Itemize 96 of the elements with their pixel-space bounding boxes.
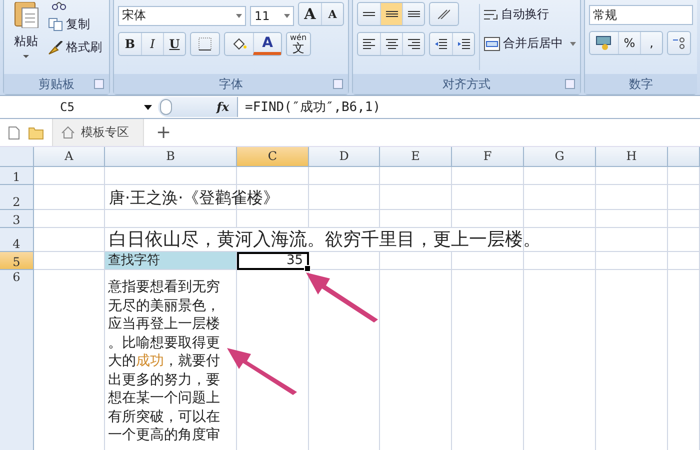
- cell-paragraph: 意指要想看到无穷无尽的美丽景色，应当再登上一层楼。比喻想要取得更大的成功，就要付出更多的努力，要想在某一个问题上有所突破，可以在一个更高的角度审: [108, 278, 220, 444]
- merge-cells-icon: [484, 36, 500, 50]
- table-cell: [380, 185, 452, 210]
- decimal-icon: [673, 37, 685, 49]
- row-header[interactable]: 3: [0, 210, 34, 228]
- money-icon: [596, 36, 612, 50]
- row-header[interactable]: 1: [0, 167, 34, 185]
- phonetic-button[interactable]: wén 文: [287, 33, 310, 55]
- align-bottom-icon: [408, 11, 420, 17]
- table-cell: [596, 252, 668, 270]
- caret-icon: [23, 55, 29, 58]
- table-cell: [380, 167, 452, 185]
- table-cell: [668, 210, 700, 228]
- row-header[interactable]: 6: [0, 270, 34, 450]
- table-cell: [596, 185, 668, 210]
- border-icon: [198, 37, 212, 51]
- merge-center-button[interactable]: 合并后居中: [484, 35, 576, 52]
- table-cell: [34, 167, 105, 185]
- align-middle-icon: [386, 11, 398, 17]
- indent-icon: [435, 39, 447, 49]
- table-cell: [596, 210, 668, 228]
- group-label: 剪贴板: [38, 76, 74, 92]
- align-left-icon: [363, 39, 375, 49]
- paste-button[interactable]: 粘贴: [8, 2, 44, 72]
- cell-text: 白日依山尽，黄河入海流。欲穷千里目，更上一层楼。: [108, 229, 541, 251]
- formula-field[interactable]: =FIND(″成功″,B6,1): [238, 98, 381, 116]
- cell-text: 唐·王之涣·《登鹳雀楼》: [108, 188, 280, 209]
- column-header[interactable]: C: [237, 147, 309, 167]
- table-cell: [309, 185, 380, 210]
- column-header[interactable]: A: [34, 147, 105, 167]
- table-cell: [524, 210, 596, 228]
- table-cell: [452, 167, 524, 185]
- indent-icon: [458, 39, 470, 49]
- table-cell: [309, 167, 380, 185]
- percent-button[interactable]: %: [618, 32, 640, 54]
- scissors-icon[interactable]: [52, 2, 66, 10]
- row-header[interactable]: 2: [0, 185, 34, 210]
- column-header[interactable]: E: [380, 147, 452, 167]
- grow-font-button[interactable]: A: [299, 3, 321, 25]
- table-cell: [596, 228, 668, 252]
- row-header[interactable]: 5: [0, 252, 34, 270]
- table-cell: [237, 167, 309, 185]
- table-cell: [452, 185, 524, 210]
- column-header[interactable]: B: [105, 147, 237, 167]
- table-cell: [668, 185, 700, 210]
- table-cell: [34, 210, 105, 228]
- font-size-dropdown[interactable]: 11: [250, 6, 294, 26]
- italic-button[interactable]: I: [141, 33, 163, 55]
- align-middle-button[interactable]: [380, 3, 402, 25]
- table-cell: [524, 185, 596, 210]
- column-header[interactable]: D: [309, 147, 380, 167]
- align-center-icon: [386, 39, 398, 49]
- bold-button[interactable]: B: [119, 33, 141, 55]
- underline-button[interactable]: U: [163, 33, 185, 55]
- name-box[interactable]: C5: [0, 100, 158, 114]
- wrap-text-icon: [484, 10, 498, 20]
- copy-button[interactable]: 复制: [48, 16, 102, 33]
- brush-icon: [48, 40, 63, 54]
- table-cell: [668, 228, 700, 252]
- table-cell: [309, 210, 380, 228]
- home-icon: [61, 126, 75, 139]
- clipboard-icon: [12, 2, 40, 28]
- comma-style-button[interactable]: ,: [640, 32, 662, 54]
- insert-function-button[interactable]: fx: [216, 100, 229, 114]
- table-cell: [668, 252, 700, 270]
- wrap-text-button[interactable]: 自动换行: [484, 6, 576, 23]
- slanted-text-icon: [438, 9, 450, 19]
- fill-handle[interactable]: [304, 265, 311, 272]
- sheet-tab[interactable]: 模板专区: [52, 119, 144, 146]
- align-right-icon: [408, 39, 420, 49]
- column-header[interactable]: F: [452, 147, 524, 167]
- group-label: 字体: [219, 76, 243, 92]
- table-cell: [596, 167, 668, 185]
- font-family-dropdown[interactable]: 宋体: [118, 6, 246, 26]
- table-cell: [524, 167, 596, 185]
- group-label: 对齐方式: [442, 76, 490, 92]
- pointer-arrow: [226, 347, 297, 395]
- copy-icon: [48, 18, 63, 31]
- group-label: 数字: [629, 76, 653, 92]
- cell-text: 查找字符: [107, 253, 160, 269]
- document-icon[interactable]: [8, 126, 20, 140]
- column-header[interactable]: G: [524, 147, 596, 167]
- slider-handle[interactable]: [160, 99, 172, 115]
- table-cell: [668, 167, 700, 185]
- column-header[interactable]: H: [596, 147, 668, 167]
- number-format-dropdown[interactable]: 常规: [589, 5, 693, 25]
- align-top-icon: [363, 12, 375, 16]
- row-header[interactable]: 4: [0, 228, 34, 252]
- shrink-font-button[interactable]: A: [321, 3, 343, 25]
- format-painter-button[interactable]: 格式刷: [48, 39, 102, 56]
- table-cell: [237, 210, 309, 228]
- table-cell: [380, 210, 452, 228]
- cell-value: 35: [285, 254, 304, 268]
- new-tab-button[interactable]: +: [152, 122, 176, 143]
- table-cell: [524, 252, 596, 270]
- paint-bucket-icon: [231, 38, 247, 50]
